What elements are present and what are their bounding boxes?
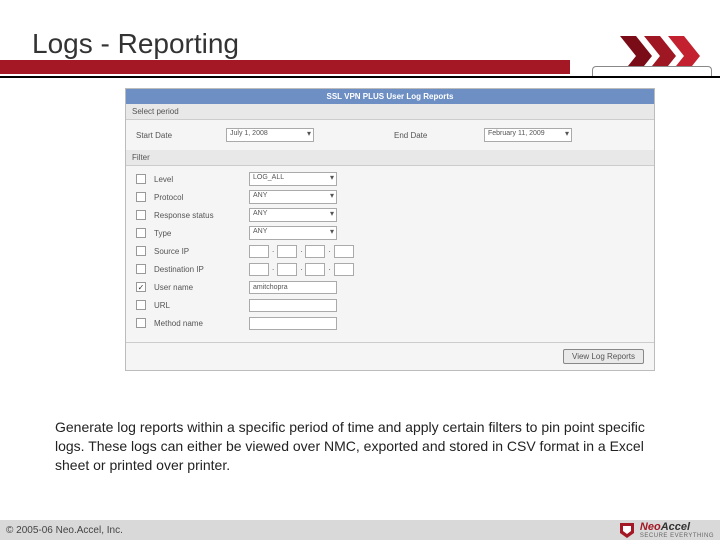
tab-cutout xyxy=(592,66,712,76)
user-input[interactable]: amitchopra xyxy=(249,281,337,294)
protocol-select[interactable]: ANY xyxy=(249,190,337,204)
srcip-checkbox[interactable] xyxy=(136,246,146,256)
shield-icon xyxy=(618,521,636,539)
level-checkbox[interactable] xyxy=(136,174,146,184)
red-bar xyxy=(0,60,570,74)
report-panel: SSL VPN PLUS User Log Reports Select per… xyxy=(125,88,655,371)
response-label: Response status xyxy=(154,211,249,220)
method-checkbox[interactable] xyxy=(136,318,146,328)
srcip-input[interactable]: ... xyxy=(249,245,354,258)
start-date-select[interactable]: July 1, 2008 xyxy=(226,128,314,142)
period-section: Select period xyxy=(126,104,654,120)
end-date-select[interactable]: February 11, 2009 xyxy=(484,128,572,142)
description-text: Generate log reports within a specific p… xyxy=(55,418,665,475)
protocol-label: Protocol xyxy=(154,193,249,202)
panel-title: SSL VPN PLUS User Log Reports xyxy=(126,89,654,104)
response-checkbox[interactable] xyxy=(136,210,146,220)
dstip-checkbox[interactable] xyxy=(136,264,146,274)
type-checkbox[interactable] xyxy=(136,228,146,238)
protocol-checkbox[interactable] xyxy=(136,192,146,202)
page-title: Logs - Reporting xyxy=(0,0,720,60)
level-select[interactable]: LOG_ALL xyxy=(249,172,337,186)
method-label: Method name xyxy=(154,319,249,328)
user-label: User name xyxy=(154,283,249,292)
url-input[interactable] xyxy=(249,299,337,312)
start-date-label: Start Date xyxy=(136,131,186,140)
brand-tagline: SECURE EVERYTHING xyxy=(640,533,714,539)
copyright: © 2005-06 Neo.Accel, Inc. xyxy=(6,525,123,536)
dstip-input[interactable]: ... xyxy=(249,263,354,276)
filter-section: Filter xyxy=(126,150,654,166)
url-label: URL xyxy=(154,301,249,310)
divider xyxy=(0,76,720,78)
level-label: Level xyxy=(154,175,249,184)
response-select[interactable]: ANY xyxy=(249,208,337,222)
user-checkbox[interactable]: ✓ xyxy=(136,282,146,292)
type-select[interactable]: ANY xyxy=(249,226,337,240)
footer: © 2005-06 Neo.Accel, Inc. NeoAccel SECUR… xyxy=(0,520,720,540)
end-date-label: End Date xyxy=(394,131,444,140)
type-label: Type xyxy=(154,229,249,238)
url-checkbox[interactable] xyxy=(136,300,146,310)
dstip-label: Destination IP xyxy=(154,265,249,274)
view-reports-button[interactable]: View Log Reports xyxy=(563,349,644,364)
method-input[interactable] xyxy=(249,317,337,330)
brand-logo: NeoAccel SECURE EVERYTHING xyxy=(618,521,714,539)
srcip-label: Source IP xyxy=(154,247,249,256)
